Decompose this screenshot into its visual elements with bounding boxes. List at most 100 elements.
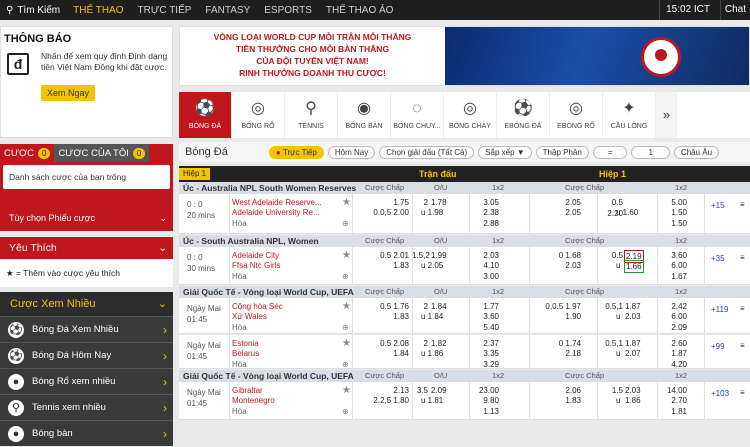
more-bets-link[interactable]: +103 xyxy=(711,388,729,399)
star-icon[interactable]: ★ xyxy=(342,385,351,396)
star-icon[interactable]: ★ xyxy=(342,338,351,349)
odds-h1-hdp-away[interactable]: 2.05 xyxy=(541,207,581,218)
star-icon[interactable]: ★ xyxy=(342,301,351,312)
popular-item-football[interactable]: ⚽ Bóng Đá Xem Nhiều › xyxy=(0,316,173,342)
away-team[interactable]: Adelaide University Re... xyxy=(232,207,320,218)
view-now-button[interactable]: Xem Ngay xyxy=(41,85,96,101)
popular-item-tennis[interactable]: ⚲ Tennis xem nhiều › xyxy=(0,394,173,420)
chat-button[interactable]: Chat xyxy=(719,0,750,20)
odds-h1-hdp-away[interactable]: 2.18 xyxy=(541,348,581,359)
add-icon[interactable]: ⊕ xyxy=(342,218,349,229)
odds-h1-under[interactable]: 1.66 xyxy=(624,260,644,273)
odds-h1-x[interactable]: 6.00 xyxy=(657,260,687,271)
odds-h1-2[interactable]: 1.81 xyxy=(657,406,687,417)
odds-hdp-away[interactable]: 0.0,5 2.00 xyxy=(354,207,409,218)
nav-esports[interactable]: ESPORTS xyxy=(257,5,319,16)
odds-h1-hdp-away[interactable]: 1.83 xyxy=(541,395,581,406)
odds-h1-x[interactable]: 1.50 xyxy=(657,207,687,218)
sport-basketball[interactable]: ◎ BÓNG RỔ xyxy=(232,92,285,138)
more-bets-link[interactable]: +15 xyxy=(711,200,725,211)
star-icon[interactable]: ★ xyxy=(342,250,351,261)
league-row[interactable]: Giải Quốc Tế - Vòng loại World Cup, UEFA… xyxy=(179,286,750,298)
odds-h1-hdp-away[interactable]: 2.03 xyxy=(541,260,581,271)
notice-text[interactable]: Nhấn để xem quy định Định dạng tiền Việt… xyxy=(41,51,171,73)
league-row[interactable]: Úc - Australia NPL South Women Reserves C… xyxy=(179,182,750,194)
favorites-header[interactable]: Yêu Thích ⌄ xyxy=(0,237,173,259)
tab-betslip[interactable]: CƯỢC 0 xyxy=(0,144,54,162)
add-icon[interactable]: ⊕ xyxy=(342,271,349,282)
odds-2[interactable]: 1.13 xyxy=(469,406,499,417)
view-toggle[interactable]: = xyxy=(592,145,628,159)
odds-x[interactable]: 2.38 xyxy=(469,207,499,218)
popular-item-table-tennis[interactable]: ● Bóng bàn › xyxy=(0,420,173,446)
add-icon[interactable]: ⊕ xyxy=(342,322,349,333)
half-tab[interactable]: Hiệp 1 xyxy=(179,168,211,180)
sport-tennis[interactable]: ⚲ TENNIS xyxy=(285,92,338,138)
more-bets-link[interactable]: +99 xyxy=(711,341,725,352)
stats-icon[interactable]: ≡ xyxy=(740,340,745,351)
popular-item-football-today[interactable]: ⚽ Bóng Đá Hôm Nay › xyxy=(0,342,173,368)
nav-fantasy[interactable]: FANTASY xyxy=(198,5,257,16)
chevron-right-icon[interactable]: » xyxy=(656,92,677,138)
odds-h1-under[interactable]: 1.86 xyxy=(625,395,641,406)
odds-h1-2[interactable]: 1.67 xyxy=(657,271,687,282)
odds-hdp-away[interactable]: 1.83 xyxy=(354,311,409,322)
away-team[interactable]: Belarus xyxy=(232,348,259,359)
odds-hdp-away[interactable]: 1.84 xyxy=(354,348,409,359)
odds-h1-under[interactable]: u 1.60 xyxy=(616,207,638,218)
add-icon[interactable]: ⊕ xyxy=(342,359,349,370)
odds-h1-hdp-away[interactable]: 1.90 xyxy=(541,311,581,322)
stats-icon[interactable]: ≡ xyxy=(740,252,745,263)
odds-h1-2[interactable]: 1.50 xyxy=(657,218,687,229)
popular-item-basketball[interactable]: ● Bóng Rổ xem nhiều › xyxy=(0,368,173,394)
filter-today[interactable]: Hôm Nay xyxy=(327,145,376,159)
sport-efootball[interactable]: ⚽ EBÓNG ĐÁ xyxy=(497,92,550,138)
region-select[interactable]: Châu Âu xyxy=(673,145,720,159)
odds-h1-under[interactable]: 2.03 xyxy=(625,311,641,322)
odds-x[interactable]: 4.10 xyxy=(469,260,499,271)
sport-badminton[interactable]: ✦ CẦU LÔNG xyxy=(603,92,656,138)
odds-2[interactable]: 5.40 xyxy=(469,322,499,333)
odds-h1-under[interactable]: 2.07 xyxy=(625,348,641,359)
popular-header[interactable]: Cược Xem Nhiều ⌄ xyxy=(0,292,173,316)
sport-football[interactable]: ⚽ BÓNG ĐÁ xyxy=(179,92,232,138)
sport-volleyball[interactable]: ◌ BÓNG CHUY... xyxy=(391,92,444,138)
away-team[interactable]: Ffsa Ntc Girls xyxy=(232,260,280,271)
odds-h1-x[interactable]: 2.70 xyxy=(657,395,687,406)
away-team[interactable]: Montenegro xyxy=(232,395,275,406)
search-button[interactable]: ⚲ Tìm Kiếm xyxy=(0,5,66,16)
promo-banner[interactable]: VÒNG LOẠI WORLD CUP MỖI TRẬN MỖI THẮNG T… xyxy=(179,26,750,86)
tab-my-bets[interactable]: CƯỢC CỦA TÔI 0 xyxy=(54,144,150,162)
odds-under[interactable]: u 1.84 xyxy=(421,311,443,322)
sport-baseball[interactable]: ◎ BÓNG CHÀY xyxy=(444,92,497,138)
odds-2[interactable]: 3.00 xyxy=(469,271,499,282)
stake-input[interactable]: 1 xyxy=(631,145,670,159)
stats-icon[interactable]: ≡ xyxy=(740,303,745,314)
odds-2[interactable]: 2.88 xyxy=(469,218,499,229)
away-team[interactable]: Xứ Wales xyxy=(232,311,267,322)
league-row[interactable]: Giải Quốc Tế - Vòng loại World Cup, UEFA… xyxy=(179,370,750,382)
sport-table-tennis[interactable]: ◉ BÓNG BÀN xyxy=(338,92,391,138)
odds-h1-x[interactable]: 6.00 xyxy=(657,311,687,322)
nav-sports[interactable]: THỂ THAO xyxy=(66,5,130,16)
more-bets-link[interactable]: +119 xyxy=(711,304,728,315)
odds-h1-x[interactable]: 1.87 xyxy=(657,348,687,359)
odds-under[interactable]: u 1.98 xyxy=(421,207,443,218)
filter-live[interactable]: ● Trực Tiếp xyxy=(269,145,324,159)
add-icon[interactable]: ⊕ xyxy=(342,406,349,417)
sort-button[interactable]: Sắp xếp ▼ xyxy=(478,145,532,159)
stats-icon[interactable]: ≡ xyxy=(740,199,745,210)
sport-ebasketball[interactable]: ◎ EBÓNG RỔ xyxy=(550,92,603,138)
odds-hdp-away[interactable]: 1.83 xyxy=(354,260,409,271)
stats-icon[interactable]: ≡ xyxy=(740,387,745,398)
nav-virtual[interactable]: THỂ THAO ẢO xyxy=(319,5,401,16)
odds-x[interactable]: 3.35 xyxy=(469,348,499,359)
nav-live[interactable]: TRỰC TIẾP xyxy=(131,5,199,16)
star-icon[interactable]: ★ xyxy=(342,197,351,208)
betslip-options[interactable]: Tùy chọn Phiếu cược ⌄ xyxy=(0,206,173,231)
odds-x[interactable]: 9.80 xyxy=(469,395,499,406)
league-row[interactable]: Úc - South Australia NPL, Women Cược Chấp… xyxy=(179,235,750,247)
odds-format-select[interactable]: Thập Phân xyxy=(535,145,589,159)
odds-h1-2[interactable]: 2.09 xyxy=(657,322,687,333)
odds-under[interactable]: u 1.86 xyxy=(421,348,443,359)
